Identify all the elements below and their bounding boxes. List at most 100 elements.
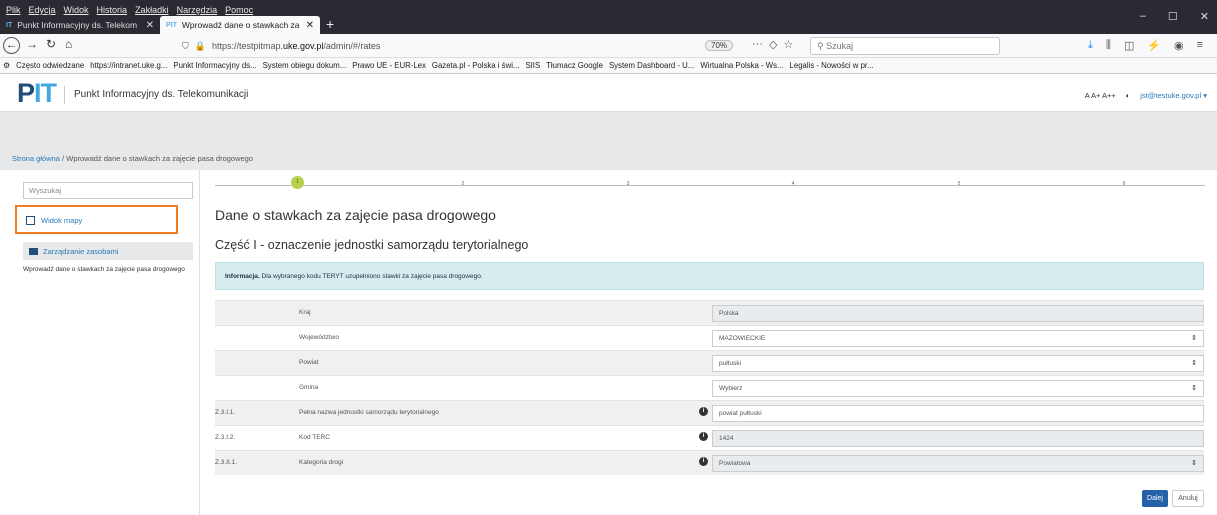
extension-icon[interactable]: ⚡ (1147, 39, 1161, 52)
shield-icon: ⛉ (182, 40, 189, 51)
contrast-icon[interactable]: ◐ (1126, 91, 1131, 100)
menu-pomoc[interactable]: Pomoc (225, 5, 253, 15)
field-label: Województwo (299, 334, 339, 341)
url-bar[interactable]: ⛉ 🔒 https://testpitmap.uke.gov.pl/admin/… (180, 37, 757, 55)
page-title: Dane o stawkach za zajęcie pasa drogoweg… (215, 207, 496, 223)
sidebar: Wyszukaj Widok mapy Zarządzanie zasobami… (0, 170, 200, 515)
bookmark-item[interactable]: https://intranet.uke.g... (90, 61, 167, 70)
bookmark-star-icon[interactable]: ☆ (783, 38, 793, 51)
lock-icon: 🔒 (194, 40, 206, 51)
info-icon[interactable]: i (699, 457, 708, 466)
step-2[interactable]: 2 (458, 181, 468, 187)
zoom-indicator[interactable]: 70% (705, 40, 734, 51)
tab-pit[interactable]: IT Punkt Informacyjny ds. Telekom ✕ (0, 16, 160, 34)
map-view-highlight: Widok mapy (15, 205, 178, 234)
bookmark-item[interactable]: System obiegu dokum... (263, 61, 347, 70)
sidebar-item-label: Zarządzanie zasobami (43, 246, 119, 256)
bookmark-item[interactable]: Często odwiedzane (16, 61, 84, 70)
bookmarks-bar: ⚙ Często odwiedzane https://intranet.uke… (0, 58, 1217, 74)
library-icon[interactable]: ⫼ (1106, 39, 1111, 52)
step-6[interactable]: 6 (1119, 181, 1129, 187)
cancel-button[interactable]: Anuluj (1172, 490, 1204, 507)
breadcrumb-separator: / (62, 154, 65, 163)
menu-bar: Plik Edycja Widok Historia Zakładki Narz… (6, 5, 253, 15)
new-tab-button[interactable]: + (320, 16, 340, 34)
pit-favicon-icon: IT (6, 21, 13, 29)
search-input[interactable]: ⚲ Szukaj (810, 37, 1000, 55)
bookmark-item[interactable]: Prawo UE - EUR-Lex (352, 61, 426, 70)
bookmark-item[interactable]: SIIS (525, 61, 540, 70)
sidebar-item-map-view[interactable]: Widok mapy (26, 213, 172, 227)
field-code: Z.3.I.2. (215, 434, 236, 441)
accessibility-controls: A A+ A++ ◐ jst@testuke.gov.pl ▾ (1085, 91, 1207, 100)
form-row: Z.3.I.1. Pełna nazwa jednostki samorządu … (215, 400, 1204, 425)
menu-historia[interactable]: Historia (97, 5, 128, 15)
url-text: https://testpitmap.uke.gov.pl/admin/#/ra… (211, 41, 381, 51)
hamburger-menu-icon[interactable]: ≡ (1197, 39, 1203, 52)
close-tab-icon[interactable]: ✕ (306, 20, 314, 31)
step-1[interactable]: 1 (291, 176, 304, 189)
form-row: Powiat pułtuski ⇕ (215, 350, 1204, 375)
account-icon[interactable]: ◉ (1174, 39, 1184, 52)
field-value: 1424 (719, 435, 734, 442)
sidebar-item-resource-management[interactable]: Zarządzanie zasobami (23, 242, 193, 260)
user-menu[interactable]: jst@testuke.gov.pl ▾ (1140, 91, 1207, 100)
bookmark-item[interactable]: Gazeta.pl - Polska i świ... (432, 61, 520, 70)
info-icon[interactable]: i (699, 407, 708, 416)
pit-favicon-icon: PIT (166, 21, 177, 29)
reload-button[interactable]: ↻ (46, 37, 56, 51)
stepper-line (215, 185, 1205, 186)
menu-zakladki[interactable]: Zakładki (135, 5, 169, 15)
menu-edycja[interactable]: Edycja (29, 5, 56, 15)
sidebar-search-input[interactable]: Wyszukaj (23, 182, 193, 199)
bookmark-item[interactable]: Legalis - Nowości w pr... (790, 61, 874, 70)
form-row: Kraj Polska (215, 300, 1204, 325)
bookmark-item[interactable]: Punkt Informacyjny ds... (173, 61, 256, 70)
pit-logo[interactable]: PIT (17, 78, 57, 109)
sidebar-item-rates[interactable]: Wprowadź dane o stawkach za zajęcie pasa… (23, 266, 185, 273)
select-arrow-icon: ⇕ (1191, 360, 1197, 367)
select-field[interactable]: Powiatowa ⇕ (712, 455, 1204, 472)
step-4[interactable]: 4 (788, 181, 798, 187)
tab-label: Punkt Informacyjny ds. Telekom (17, 20, 138, 30)
home-icon[interactable]: ⌂ (65, 37, 72, 51)
wizard-stepper: 1 2 3 4 5 6 (215, 176, 1205, 189)
select-arrow-icon: ⇕ (1191, 460, 1197, 467)
field-value: Polska (719, 310, 739, 317)
download-icon[interactable]: ⤓ (1088, 39, 1093, 52)
breadcrumb: Strona główna / Wprowadź dane o stawkach… (0, 148, 1217, 170)
map-icon (26, 215, 35, 225)
field-value: powiat pułtuski (719, 410, 762, 417)
select-arrow-icon: ⇕ (1191, 335, 1197, 342)
back-button[interactable]: ← (3, 37, 20, 54)
form-row: Gmina Wybierz ⇕ (215, 375, 1204, 400)
step-5[interactable]: 5 (954, 181, 964, 187)
field-label: Powiat (299, 359, 319, 366)
page-actions-icon[interactable]: ··· (752, 38, 763, 51)
tab-rates[interactable]: PIT Wprowadź dane o stawkach za ✕ (160, 16, 320, 34)
bookmark-item[interactable]: Wirtualna Polska - Ws... (700, 61, 783, 70)
field-label: Pełna nazwa jednostki samorządu terytori… (299, 409, 439, 416)
select-field[interactable]: pułtuski ⇕ (712, 355, 1204, 372)
step-3[interactable]: 3 (623, 181, 633, 187)
field-value: Powiatowa (719, 460, 751, 467)
next-button[interactable]: Dalej (1142, 490, 1168, 507)
select-field[interactable]: Wybierz ⇕ (712, 380, 1204, 397)
pocket-icon[interactable]: ◇ (769, 38, 777, 51)
form-row: Z.3.I.2. Kod TERC i 1424 (215, 425, 1204, 450)
toolbar-icons: ⤓ ⫼ ◫ ⚡ ◉ ≡ (1088, 39, 1203, 52)
bookmark-item[interactable]: System Dashboard - U... (609, 61, 694, 70)
input-field[interactable]: powiat pułtuski (712, 405, 1204, 422)
breadcrumb-home[interactable]: Strona główna (12, 154, 60, 163)
menu-plik[interactable]: Plik (6, 5, 21, 15)
close-tab-icon[interactable]: ✕ (146, 20, 154, 31)
menu-narzedzia[interactable]: Narzędzia (177, 5, 218, 15)
info-icon[interactable]: i (699, 432, 708, 441)
forward-button[interactable]: → (26, 37, 38, 51)
select-field[interactable]: MAZOWIECKIE ⇕ (712, 330, 1204, 347)
bookmark-item[interactable]: Tłumacz Google (546, 61, 603, 70)
sidebar-toggle-icon[interactable]: ◫ (1124, 39, 1134, 52)
info-text: Dla wybranego kodu TERYT uzupełniono sta… (261, 273, 483, 280)
font-size-buttons[interactable]: A A+ A++ (1085, 91, 1116, 100)
menu-widok[interactable]: Widok (64, 5, 89, 15)
